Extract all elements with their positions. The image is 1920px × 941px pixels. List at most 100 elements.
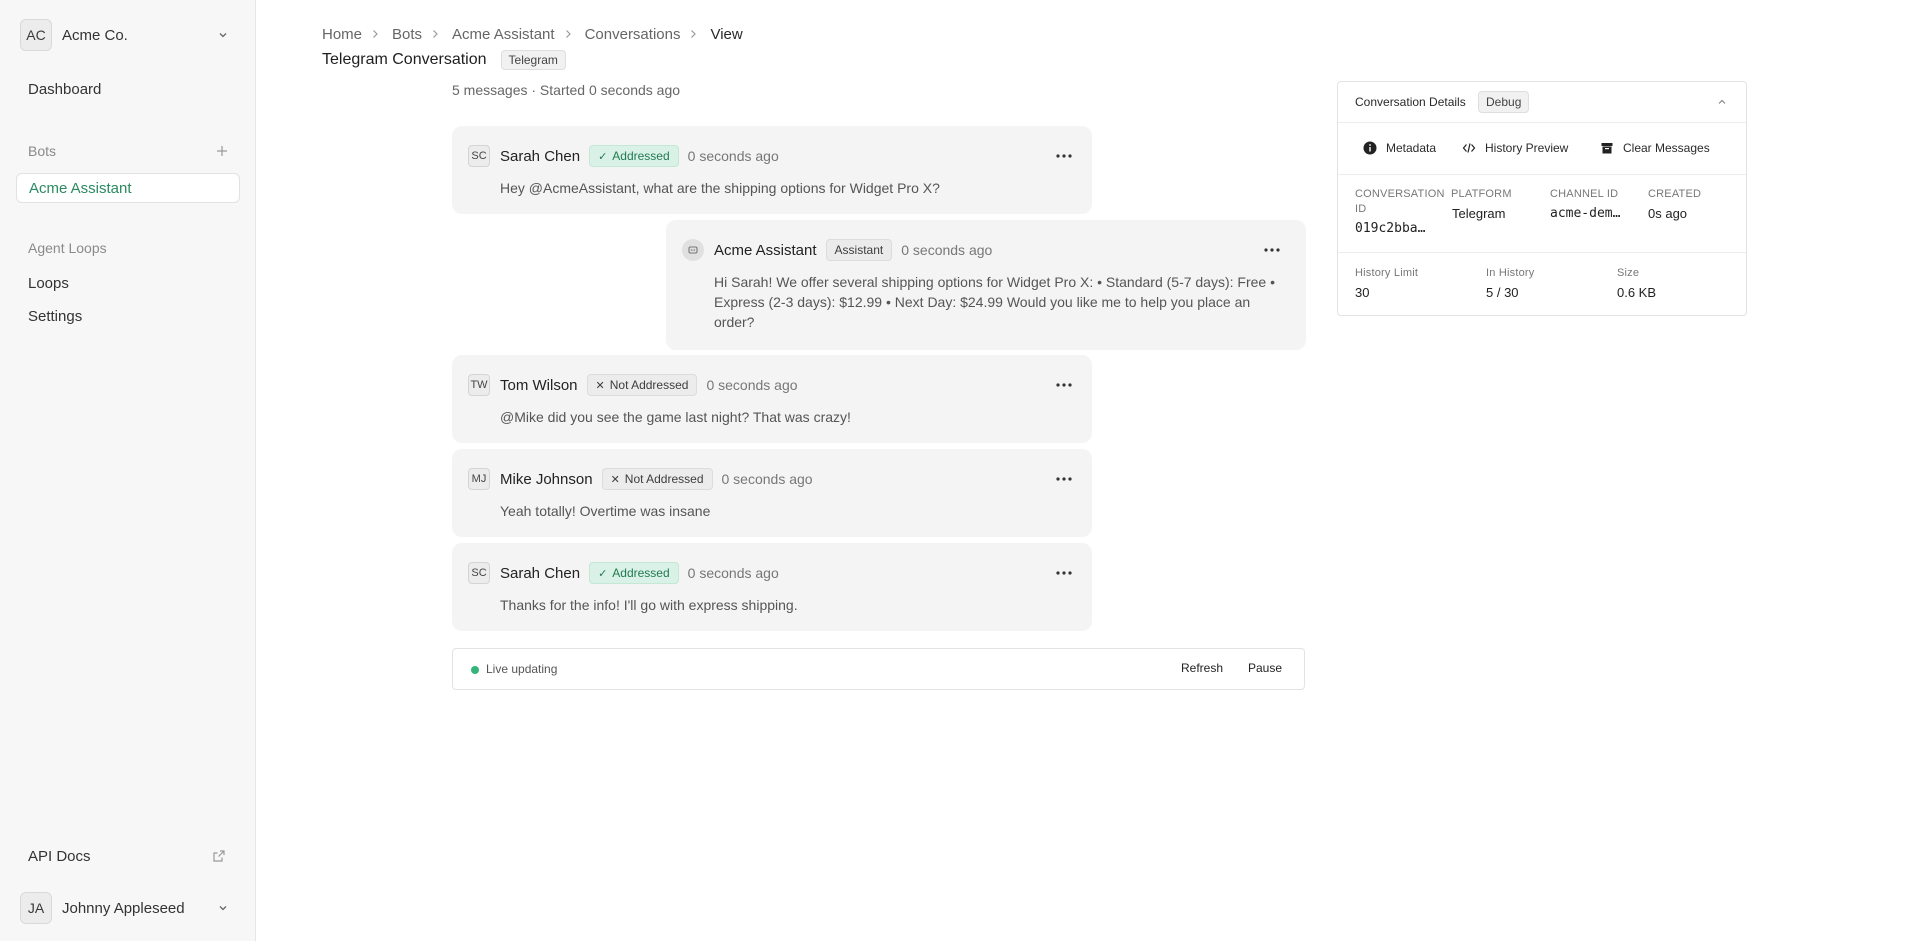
more-options-icon[interactable] [1260,240,1284,260]
sender-avatar: SC [468,562,490,584]
badge-label: Addressed [612,149,670,163]
clear-messages-button[interactable]: Clear Messages [1600,138,1710,158]
metadata-button[interactable]: Metadata [1363,138,1436,158]
more-options-icon[interactable] [1052,563,1076,583]
chevron-down-icon [216,28,230,42]
created-label: CREATED [1648,188,1702,200]
metadata-label: Metadata [1386,141,1437,155]
live-update-bar: Live updating Refresh Pause [452,648,1305,690]
org-switcher[interactable]: AC Acme Co. [20,19,230,51]
chevron-down-icon [216,901,230,915]
history-preview-label: History Preview [1485,141,1569,155]
sidebar-item-acme-assistant[interactable]: Acme Assistant [16,173,240,203]
platform-label: PLATFORM [1451,188,1512,200]
breadcrumb-acme-assistant[interactable]: Acme Assistant [452,26,555,43]
history-limit-value: 30 [1355,285,1370,300]
live-status-text: Live updating [486,662,558,676]
breadcrumb: Home Bots Acme Assistant Conversations V… [322,24,743,44]
sidebar-section-bots: Bots [28,143,57,159]
message-text: Hi Sarah! We offer several shipping opti… [714,274,1275,330]
conversation-id-value: 019c2bba… [1355,221,1426,236]
info-icon [1363,141,1377,155]
message-text: @Mike did you see the game last night? T… [500,409,851,425]
message-time: 0 seconds ago [721,471,813,487]
sidebar-item-api-docs[interactable]: API Docs [16,841,240,871]
chevron-right-icon [688,27,702,41]
channel-id-label: CHANNEL ID [1550,188,1619,200]
message-time: 0 seconds ago [687,565,779,581]
badge-label: Not Addressed [624,472,704,486]
message-time: 0 seconds ago [901,242,993,258]
refresh-button[interactable]: Refresh [1181,661,1223,675]
details-title: Conversation Details [1355,95,1466,109]
message-text: Hey @AcmeAssistant, what are the shippin… [500,180,940,196]
message-text: Thanks for the info! I'll go with expres… [500,597,798,613]
user-switcher[interactable]: JA Johnny Appleseed [20,892,230,924]
conversation-id-label: CONVERSATION ID [1355,187,1445,217]
org-avatar: AC [20,19,52,51]
assistant-badge: Assistant [825,239,893,261]
external-link-icon [213,850,225,862]
in-history-label: In History [1486,267,1535,279]
debug-tag: Debug [1478,91,1530,113]
more-options-icon[interactable] [1052,375,1076,395]
chevron-right-icon [563,27,577,41]
message-item: TW Tom Wilson ✕ Not Addressed 0 seconds a… [452,355,1092,443]
message-item: Acme Assistant Assistant 0 seconds ago H… [666,220,1306,350]
chevron-right-icon [370,27,384,41]
bot-avatar-icon [682,239,704,261]
sender-avatar: MJ [468,468,490,490]
archive-icon [1601,143,1613,154]
message-text: Yeah totally! Overtime was insane [500,503,711,519]
breadcrumb-home[interactable]: Home [322,26,362,43]
add-bot-button[interactable] [214,143,230,159]
breadcrumb-bots[interactable]: Bots [392,26,422,43]
platform-tag: Telegram [500,50,566,70]
details-header[interactable]: Conversation Details Debug [1338,82,1746,123]
more-options-icon[interactable] [1052,146,1076,166]
pause-button[interactable]: Pause [1248,661,1282,675]
conversation-details-panel: Conversation Details Debug Metadata Hist… [1337,81,1747,316]
chevron-right-icon [430,27,444,41]
sender-name: Sarah Chen [500,147,581,165]
close-icon: ✕ [595,379,605,392]
user-avatar: JA [20,892,52,924]
sidebar-item-loops[interactable]: Loops [16,268,240,298]
message-time: 0 seconds ago [706,377,798,393]
sender-name: Acme Assistant [714,241,817,259]
user-name: Johnny Appleseed [62,899,185,917]
sender-name: Sarah Chen [500,564,581,582]
live-status-dot [471,666,479,674]
code-icon [1462,143,1476,153]
sender-avatar: TW [468,374,490,396]
not-addressed-badge: ✕ Not Addressed [601,468,713,490]
created-value: 0s ago [1648,206,1688,221]
sidebar-section-agent-loops: Agent Loops [28,240,107,256]
close-icon: ✕ [610,473,620,486]
more-options-icon[interactable] [1052,469,1076,489]
title-row: Telegram Conversation Telegram [322,50,566,70]
breadcrumb-conversations[interactable]: Conversations [585,26,681,43]
divider [1338,174,1746,175]
platform-value: Telegram [1452,206,1506,221]
sender-avatar: SC [468,145,490,167]
badge-label: Not Addressed [609,378,689,392]
channel-id-value: acme-dem… [1550,206,1621,221]
conversation-summary: 5 messages · Started 0 seconds ago [452,82,681,98]
history-limit-label: History Limit [1355,267,1419,279]
page-title: Telegram Conversation [322,51,487,68]
message-item: SC Sarah Chen ✓ Addressed 0 seconds ago H… [452,126,1092,214]
sidebar-item-dashboard[interactable]: Dashboard [16,74,240,104]
sidebar-item-settings[interactable]: Settings [16,301,240,331]
chevron-up-icon[interactable] [1714,94,1730,110]
size-label: Size [1617,267,1640,279]
size-value: 0.6 KB [1617,285,1657,300]
conversation-id-label-line2: ID [1355,203,1367,215]
in-history-value: 5 / 30 [1486,285,1519,300]
history-preview-button[interactable]: History Preview [1462,138,1568,158]
clear-messages-label: Clear Messages [1623,141,1710,155]
sender-name: Mike Johnson [500,470,593,488]
addressed-badge: ✓ Addressed [589,145,679,167]
org-name: Acme Co. [62,26,128,44]
check-icon: ✓ [598,150,608,163]
